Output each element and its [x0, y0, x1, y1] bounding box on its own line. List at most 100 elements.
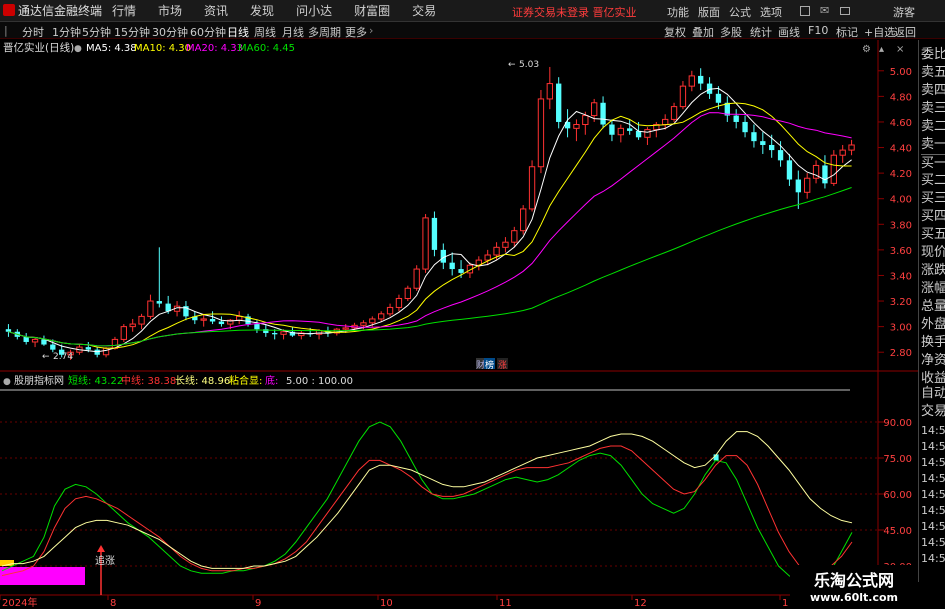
tab-15min[interactable]: 15分钟 [114, 24, 150, 40]
sidebar-label: 换手 [921, 335, 945, 350]
restore-rights-button[interactable]: 复权 [664, 24, 686, 40]
tab-5min[interactable]: 5分钟 [82, 24, 111, 40]
sidebar-label: 买四 [921, 209, 945, 224]
candle [520, 205, 527, 235]
tab-30min[interactable]: 30分钟 [152, 24, 188, 40]
menu-discover[interactable]: 发现 [250, 2, 274, 19]
tab-monthly[interactable]: 月线 [282, 24, 304, 40]
sidebar-label: 自动 [921, 386, 945, 401]
candle-body [236, 315, 243, 321]
tab-multi[interactable]: 多周期 [308, 24, 341, 40]
kline-chart[interactable]: 晋亿实业(日线) ● MA5: 4.38 MA10: 4.30 MA20: 4.… [0, 40, 918, 609]
add-watchlist-button[interactable]: +自选 [864, 24, 895, 40]
tab-intraday[interactable]: 分时 [22, 24, 44, 40]
candle-body [449, 262, 455, 270]
f10-button[interactable]: F10 [808, 24, 828, 37]
stats-button[interactable]: 统计 [750, 24, 772, 40]
collapse-icon[interactable]: ▴ [879, 44, 884, 55]
x-tick-label: 12 [634, 598, 647, 609]
ma20-line [8, 112, 852, 347]
user-icon[interactable] [800, 6, 810, 16]
tab-more[interactable]: 更多 [345, 24, 367, 40]
tab-1min[interactable]: 1分钟 [52, 24, 81, 40]
sidebar-label: 交易 [921, 404, 945, 419]
screen-icon[interactable] [840, 7, 850, 15]
y-tick-label: 3.60 [890, 246, 912, 257]
draw-line-button[interactable]: 画线 [778, 24, 800, 40]
menu-news[interactable]: 资讯 [204, 2, 228, 19]
back-button[interactable]: 返回 [894, 24, 916, 40]
long-line [1, 431, 853, 569]
y-tick-label: 3.40 [890, 271, 912, 282]
settings-icon[interactable]: ⚙ [862, 44, 871, 55]
sub-legend-bottom: 底: [265, 374, 278, 387]
candle [804, 173, 811, 199]
candle-body [254, 324, 260, 330]
tab-60min[interactable]: 60分钟 [190, 24, 226, 40]
candle [129, 318, 136, 332]
candle [627, 119, 633, 135]
candle [556, 77, 562, 129]
sub-y-tick-label: 90.00 [883, 418, 912, 429]
event-tag-rank[interactable]: 榜 [485, 359, 494, 371]
candle-body [431, 217, 438, 250]
candle [528, 160, 536, 212]
event-tag-up[interactable]: 涨 [498, 360, 507, 371]
candle-body [458, 269, 464, 273]
candle-body [138, 315, 145, 325]
low-price-label: 2.74 [53, 352, 73, 362]
sidebar-label: 卖四 [921, 83, 945, 98]
function-button[interactable]: 功能 [667, 4, 689, 20]
watermark: 乐淘公式网 www.60lt.com [790, 565, 918, 609]
candle-body [272, 333, 278, 335]
event-tag-finance[interactable]: 财 [476, 359, 485, 371]
candle [760, 132, 766, 154]
candle-body [528, 166, 536, 210]
sidebar-label: 14:56 [921, 552, 945, 565]
mail-icon[interactable]: ✉ [820, 4, 829, 17]
y-tick-label: 3.80 [890, 220, 912, 231]
tab-daily[interactable]: 日线 [227, 24, 249, 40]
candle-body [573, 124, 580, 129]
candle-body [493, 246, 500, 256]
sub-y-tick-label: 75.00 [883, 454, 912, 465]
candle [670, 102, 678, 122]
candle-body [751, 132, 757, 142]
close-icon[interactable]: × [896, 44, 904, 55]
ma5-line [8, 87, 852, 353]
layout-button[interactable]: 版面 [698, 4, 720, 20]
sub-legend-mid: 中线: 38.38 [121, 374, 176, 387]
menu-quotes[interactable]: 行情 [112, 2, 136, 19]
candle-body [404, 287, 411, 299]
sub-legend-glue: 粘合显: [229, 374, 262, 387]
sub-legend: ● 股朋指标网 短线: 43.22 中线: 38.38 长线: 48.96 粘合… [3, 374, 353, 387]
overlay-button[interactable]: 叠加 [692, 24, 714, 40]
guest-button[interactable]: 游客 [893, 4, 915, 20]
tab-weekly[interactable]: 周线 [254, 24, 276, 40]
chevron-right-icon[interactable]: › [369, 24, 373, 37]
sidebar-label: 买三 [921, 191, 945, 206]
x-tick-label: 11 [499, 598, 512, 609]
menu-market[interactable]: 市场 [158, 2, 182, 19]
menu-ask[interactable]: 问小达 [296, 2, 332, 19]
candle-body [777, 150, 784, 161]
formula-button[interactable]: 公式 [729, 4, 751, 20]
candle [502, 237, 509, 253]
candle [31, 336, 39, 348]
candle-body [546, 83, 553, 100]
app-name: 通达信金融终端 [18, 4, 103, 18]
candle [742, 115, 748, 138]
sub-y-axis: 90.0075.0060.0045.0030.00 [878, 418, 912, 573]
tab-arrow-icon[interactable]: | [4, 24, 8, 37]
login-notice[interactable]: 证券交易未登录 晋亿实业 [512, 4, 637, 20]
sub-y-tick-label: 60.00 [883, 490, 912, 501]
low-arrow-icon: ← [42, 352, 50, 362]
menu-trade[interactable]: 交易 [412, 2, 436, 19]
candle-body [600, 102, 606, 125]
candle [617, 124, 624, 143]
multi-stock-button[interactable]: 多股 [720, 24, 742, 40]
menu-wealth[interactable]: 财富圈 [354, 2, 390, 19]
mark-button[interactable]: 标记 [836, 24, 858, 40]
options-button[interactable]: 选项 [760, 4, 782, 20]
candle-body [617, 127, 624, 136]
